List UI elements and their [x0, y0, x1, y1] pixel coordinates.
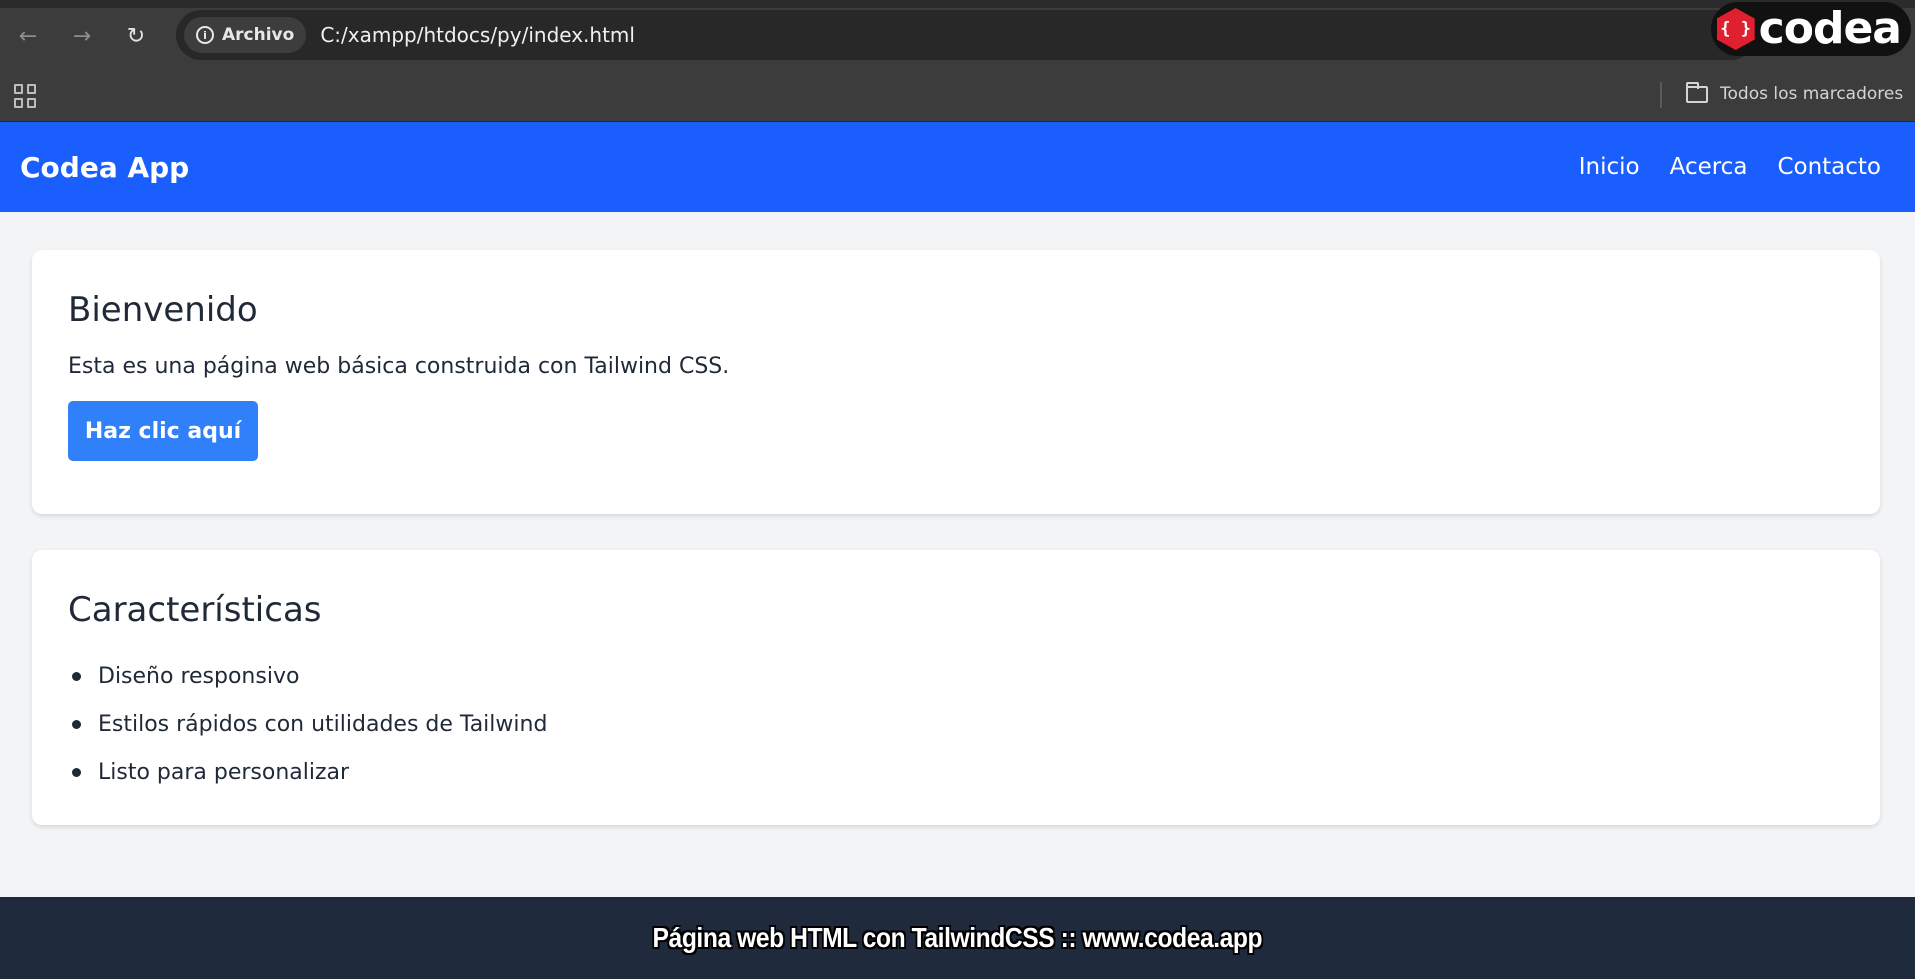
list-item-text: Diseño responsivo	[98, 663, 300, 689]
site-navbar: Codea App Inicio Acerca Contacto	[0, 122, 1915, 212]
url-text[interactable]: C:/xampp/htdocs/py/index.html	[320, 23, 635, 47]
nav-link-contacto[interactable]: Contacto	[1777, 154, 1881, 180]
info-icon: i	[196, 26, 214, 44]
list-item: Estilos rápidos con utilidades de Tailwi…	[68, 700, 1844, 748]
brand-name[interactable]: Codea App	[20, 151, 189, 184]
click-here-button[interactable]: Haz clic aquí	[68, 401, 258, 461]
bookmarks-bar: Todos los marcadores	[0, 70, 1915, 122]
all-bookmarks-label: Todos los marcadores	[1720, 84, 1904, 104]
folder-icon	[1686, 81, 1708, 103]
site-info-label: Archivo	[222, 25, 295, 45]
nav-link-inicio[interactable]: Inicio	[1579, 154, 1640, 180]
address-bar[interactable]: i Archivo C:/xampp/htdocs/py/index.html	[176, 10, 1756, 60]
reload-icon: ↻	[126, 23, 146, 49]
site-info-chip[interactable]: i Archivo	[184, 17, 307, 53]
bookmarks-separator	[1660, 82, 1662, 108]
welcome-title: Bienvenido	[68, 290, 258, 330]
bullet-icon	[72, 671, 81, 681]
nav-link-acerca[interactable]: Acerca	[1670, 154, 1748, 180]
browser-toolbar: ← → ↻ i Archivo C:/xampp/htdocs/py/index…	[0, 0, 1915, 70]
caption-bar: Página web HTML con TailwindCSS :: www.c…	[0, 897, 1915, 979]
welcome-card: Bienvenido Esta es una página web básica…	[32, 250, 1880, 514]
reload-button[interactable]: ↻	[120, 20, 152, 52]
bullet-icon	[72, 767, 81, 777]
all-bookmarks-button[interactable]: Todos los marcadores	[1686, 81, 1904, 104]
list-item: Listo para personalizar	[68, 748, 1844, 796]
list-item: Diseño responsivo	[68, 652, 1844, 700]
caption-text: Página web HTML con TailwindCSS :: www.c…	[652, 922, 1263, 953]
bullet-icon	[72, 719, 81, 729]
apps-grid-icon[interactable]	[14, 84, 38, 108]
codea-logo-text: codea	[1758, 3, 1902, 54]
features-title: Características	[68, 590, 322, 630]
back-button[interactable]: ←	[12, 20, 44, 52]
welcome-text: Esta es una página web básica construida…	[68, 354, 730, 379]
arrow-right-icon: →	[72, 23, 92, 49]
list-item-text: Estilos rápidos con utilidades de Tailwi…	[98, 711, 548, 737]
features-card: Características Diseño responsivo Estilo…	[32, 550, 1880, 825]
codea-logo: { } codea	[1710, 2, 1911, 56]
nav-links: Inicio Acerca Contacto	[1579, 154, 1881, 180]
codea-logo-icon: { }	[1716, 8, 1755, 50]
arrow-left-icon: ←	[18, 23, 38, 49]
list-item-text: Listo para personalizar	[98, 759, 350, 785]
forward-button[interactable]: →	[66, 20, 98, 52]
features-list: Diseño responsivo Estilos rápidos con ut…	[68, 652, 1844, 796]
tab-strip	[0, 0, 1915, 8]
